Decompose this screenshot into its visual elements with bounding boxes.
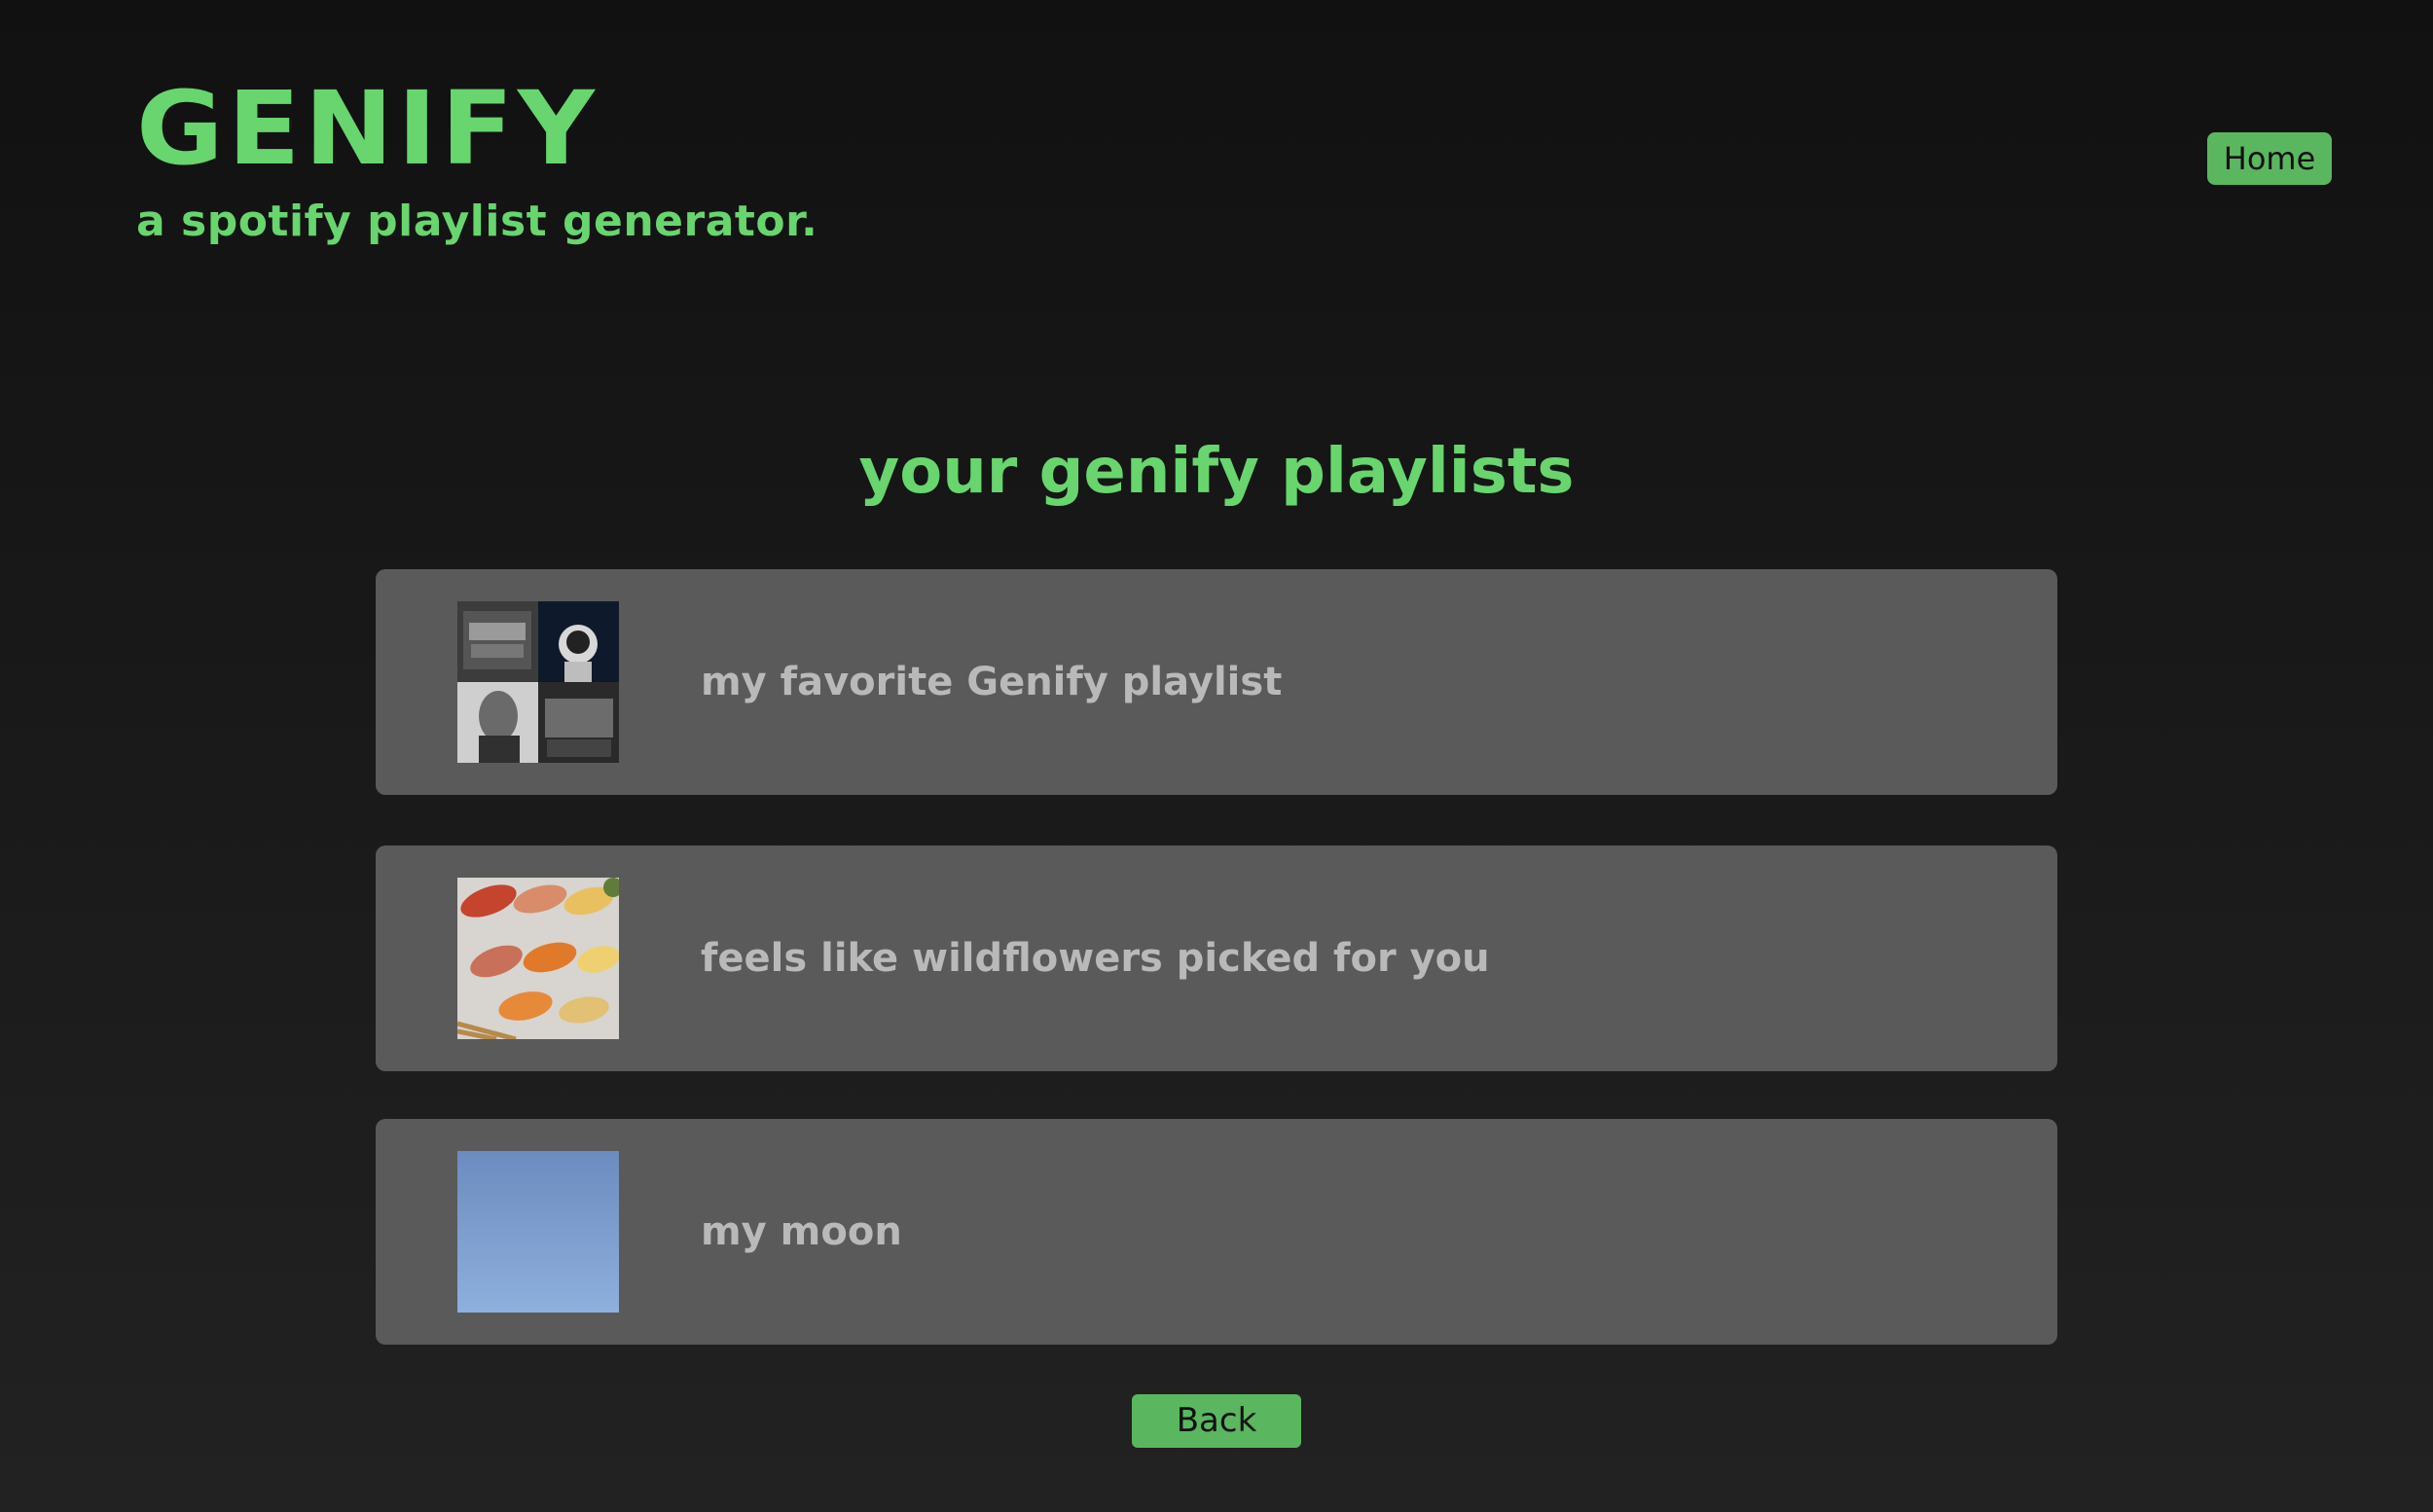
brand-block: GENIFY a spotify playlist generator. (136, 78, 817, 246)
playlist-card[interactable]: my moon (376, 1119, 2057, 1345)
playlist-card[interactable]: feels like wildflowers picked for you (376, 846, 2057, 1071)
playlist-title: my moon (701, 1209, 902, 1254)
playlist-cover-image (457, 1151, 619, 1313)
playlist-title: my favorite Genify playlist (701, 660, 1283, 704)
back-button[interactable]: Back (1132, 1394, 1301, 1448)
home-button[interactable]: Home (2207, 132, 2332, 185)
page-title: your genify playlists (858, 436, 1575, 508)
playlist-card[interactable]: my favorite Genify playlist (376, 569, 2057, 795)
app-logo: GENIFY (136, 69, 599, 188)
app-tagline: a spotify playlist generator. (136, 197, 818, 246)
playlist-cover-image (457, 601, 619, 763)
playlist-cover-image (457, 878, 619, 1039)
playlist-title: feels like wildflowers picked for you (701, 936, 1490, 981)
